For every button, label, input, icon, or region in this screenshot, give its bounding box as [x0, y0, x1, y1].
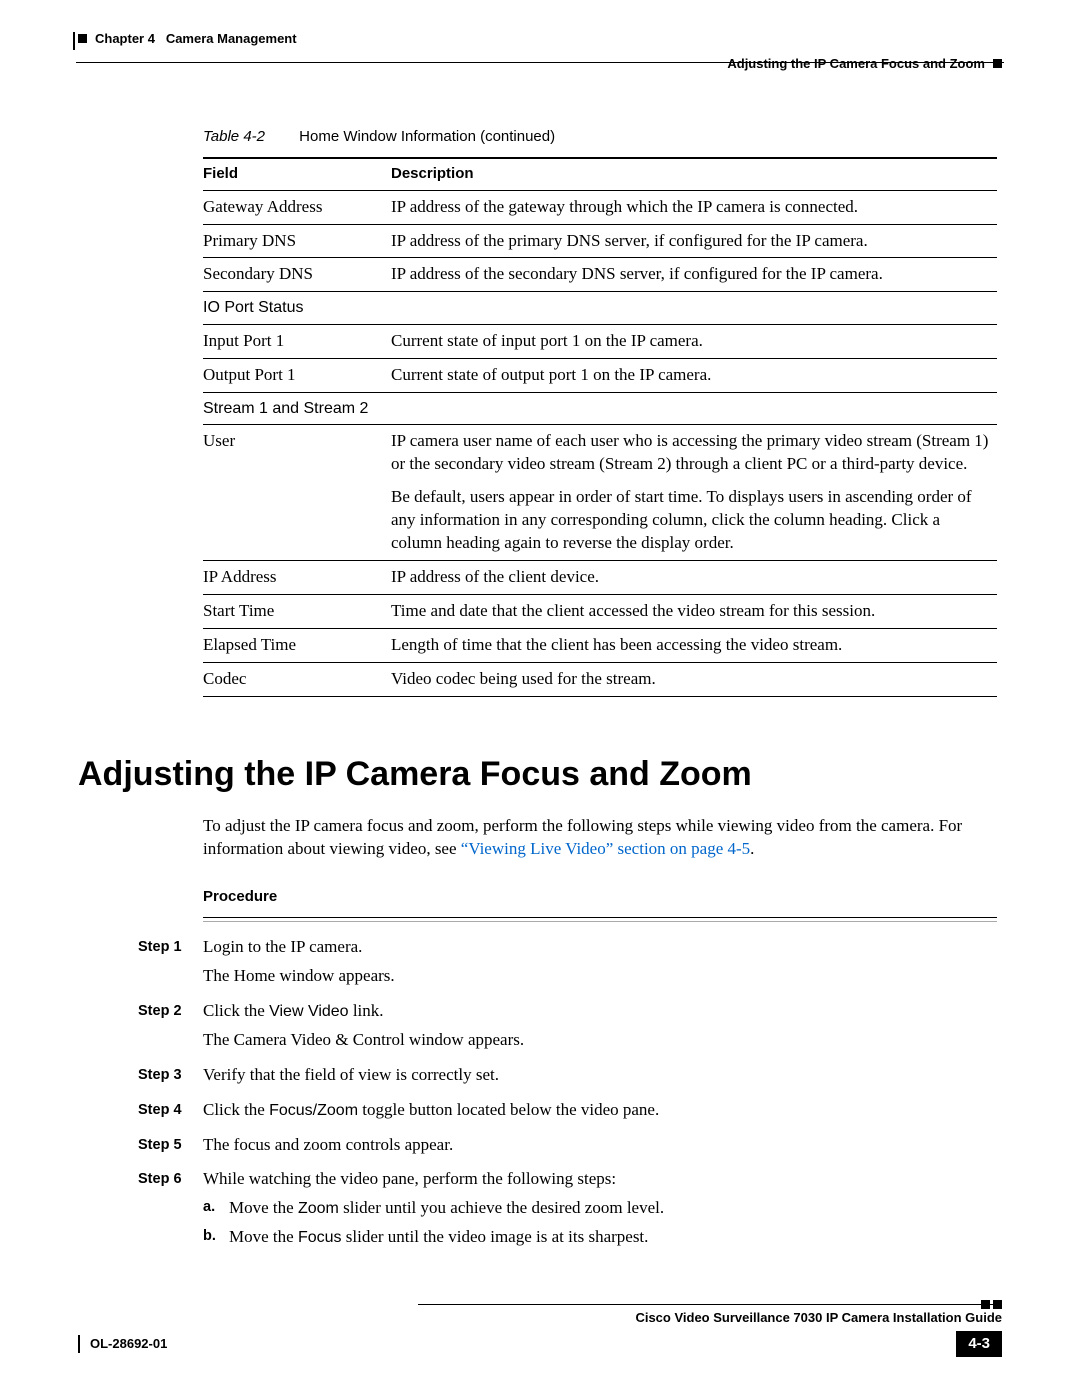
table-row: Start Time Time and date that the client… [203, 595, 997, 629]
cross-reference-link[interactable]: “Viewing Live Video” section on page 4-5 [461, 839, 750, 858]
page-footer: Cisco Video Surveillance 7030 IP Camera … [78, 1304, 1002, 1357]
decorative-bar [78, 1335, 80, 1353]
step-6: Step 6 While watching the video pane, pe… [138, 1168, 998, 1255]
procedure-label: Procedure [203, 887, 1002, 907]
table-row: Output Port 1 Current state of output po… [203, 358, 997, 392]
section-running-title: Adjusting the IP Camera Focus and Zoom [727, 55, 985, 73]
substep-b: b. Move the Focus slider until the video… [203, 1226, 998, 1249]
decorative-bar [73, 32, 75, 50]
step-1: Step 1 Login to the IP camera. The Home … [138, 936, 998, 994]
substep-a: a. Move the Zoom slider until you achiev… [203, 1197, 998, 1220]
step-2: Step 2 Click the View Video link. The Ca… [138, 1000, 998, 1058]
square-icon [993, 59, 1002, 68]
table-section-row: Stream 1 and Stream 2 [203, 392, 997, 425]
table-section-row: IO Port Status [203, 292, 997, 325]
user-description-cell: IP camera user name of each user who is … [391, 425, 997, 561]
step-3: Step 3 Verify that the field of view is … [138, 1064, 998, 1093]
step-4: Step 4 Click the Focus/Zoom toggle butto… [138, 1099, 998, 1128]
page-number: 4-3 [956, 1331, 1002, 1357]
running-header-right: Adjusting the IP Camera Focus and Zoom [78, 55, 1002, 73]
chapter-title: Camera Management [166, 30, 297, 48]
header-rule [76, 62, 1004, 63]
running-header-left: Chapter 4 Camera Management [78, 30, 1002, 48]
ui-term-focus: Focus [298, 1229, 342, 1246]
table-row: User IP camera user name of each user wh… [203, 425, 997, 561]
table-row: Codec Video codec being used for the str… [203, 662, 997, 696]
ui-term-view-video: View Video [269, 1003, 348, 1020]
doc-id: OL-28692-01 [78, 1335, 167, 1353]
home-window-info-table: Field Description Gateway Address IP add… [203, 157, 997, 697]
table-row: IP Address IP address of the client devi… [203, 561, 997, 595]
table-row: Elapsed Time Length of time that the cli… [203, 629, 997, 663]
ui-term-focus-zoom: Focus/Zoom [269, 1102, 358, 1119]
procedure-steps: Step 1 Login to the IP camera. The Home … [138, 936, 998, 1255]
table-row: Secondary DNS IP address of the secondar… [203, 258, 997, 292]
procedure-rule [203, 917, 997, 922]
table-number: Table 4-2 [203, 128, 265, 145]
chapter-label: Chapter 4 [95, 30, 155, 48]
table-row: Gateway Address IP address of the gatewa… [203, 190, 997, 224]
table-caption: Table 4-2 Home Window Information (conti… [203, 127, 1002, 147]
section-intro: To adjust the IP camera focus and zoom, … [203, 815, 978, 861]
section-heading: Adjusting the IP Camera Focus and Zoom [78, 752, 1002, 798]
table-row: Input Port 1 Current state of input port… [203, 325, 997, 359]
step-5: Step 5 The focus and zoom controls appea… [138, 1134, 998, 1163]
guide-title: Cisco Video Surveillance 7030 IP Camera … [418, 1305, 1002, 1327]
square-icon [78, 34, 87, 43]
table-row: Primary DNS IP address of the primary DN… [203, 224, 997, 258]
col-description: Description [391, 158, 997, 190]
table-title: Home Window Information (continued) [299, 128, 555, 145]
footer-squares-icon [981, 1300, 1002, 1309]
col-field: Field [203, 158, 391, 190]
ui-term-zoom: Zoom [298, 1200, 339, 1217]
